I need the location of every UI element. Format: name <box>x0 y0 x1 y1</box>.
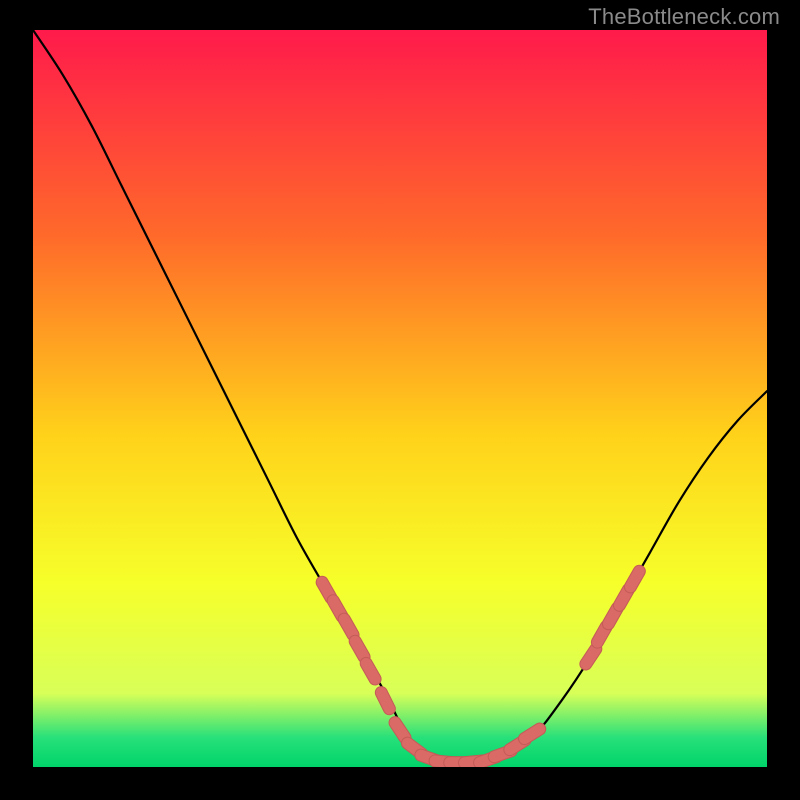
curve-marker <box>630 571 639 587</box>
curve-marker <box>344 619 353 635</box>
watermark-text: TheBottleneck.com <box>588 4 780 30</box>
curve-marker <box>355 641 364 657</box>
bottleneck-chart-svg <box>33 30 767 767</box>
curve-marker <box>366 663 375 679</box>
gradient-background <box>33 30 767 767</box>
chart-plot-area <box>33 30 767 767</box>
curve-marker <box>381 693 389 709</box>
